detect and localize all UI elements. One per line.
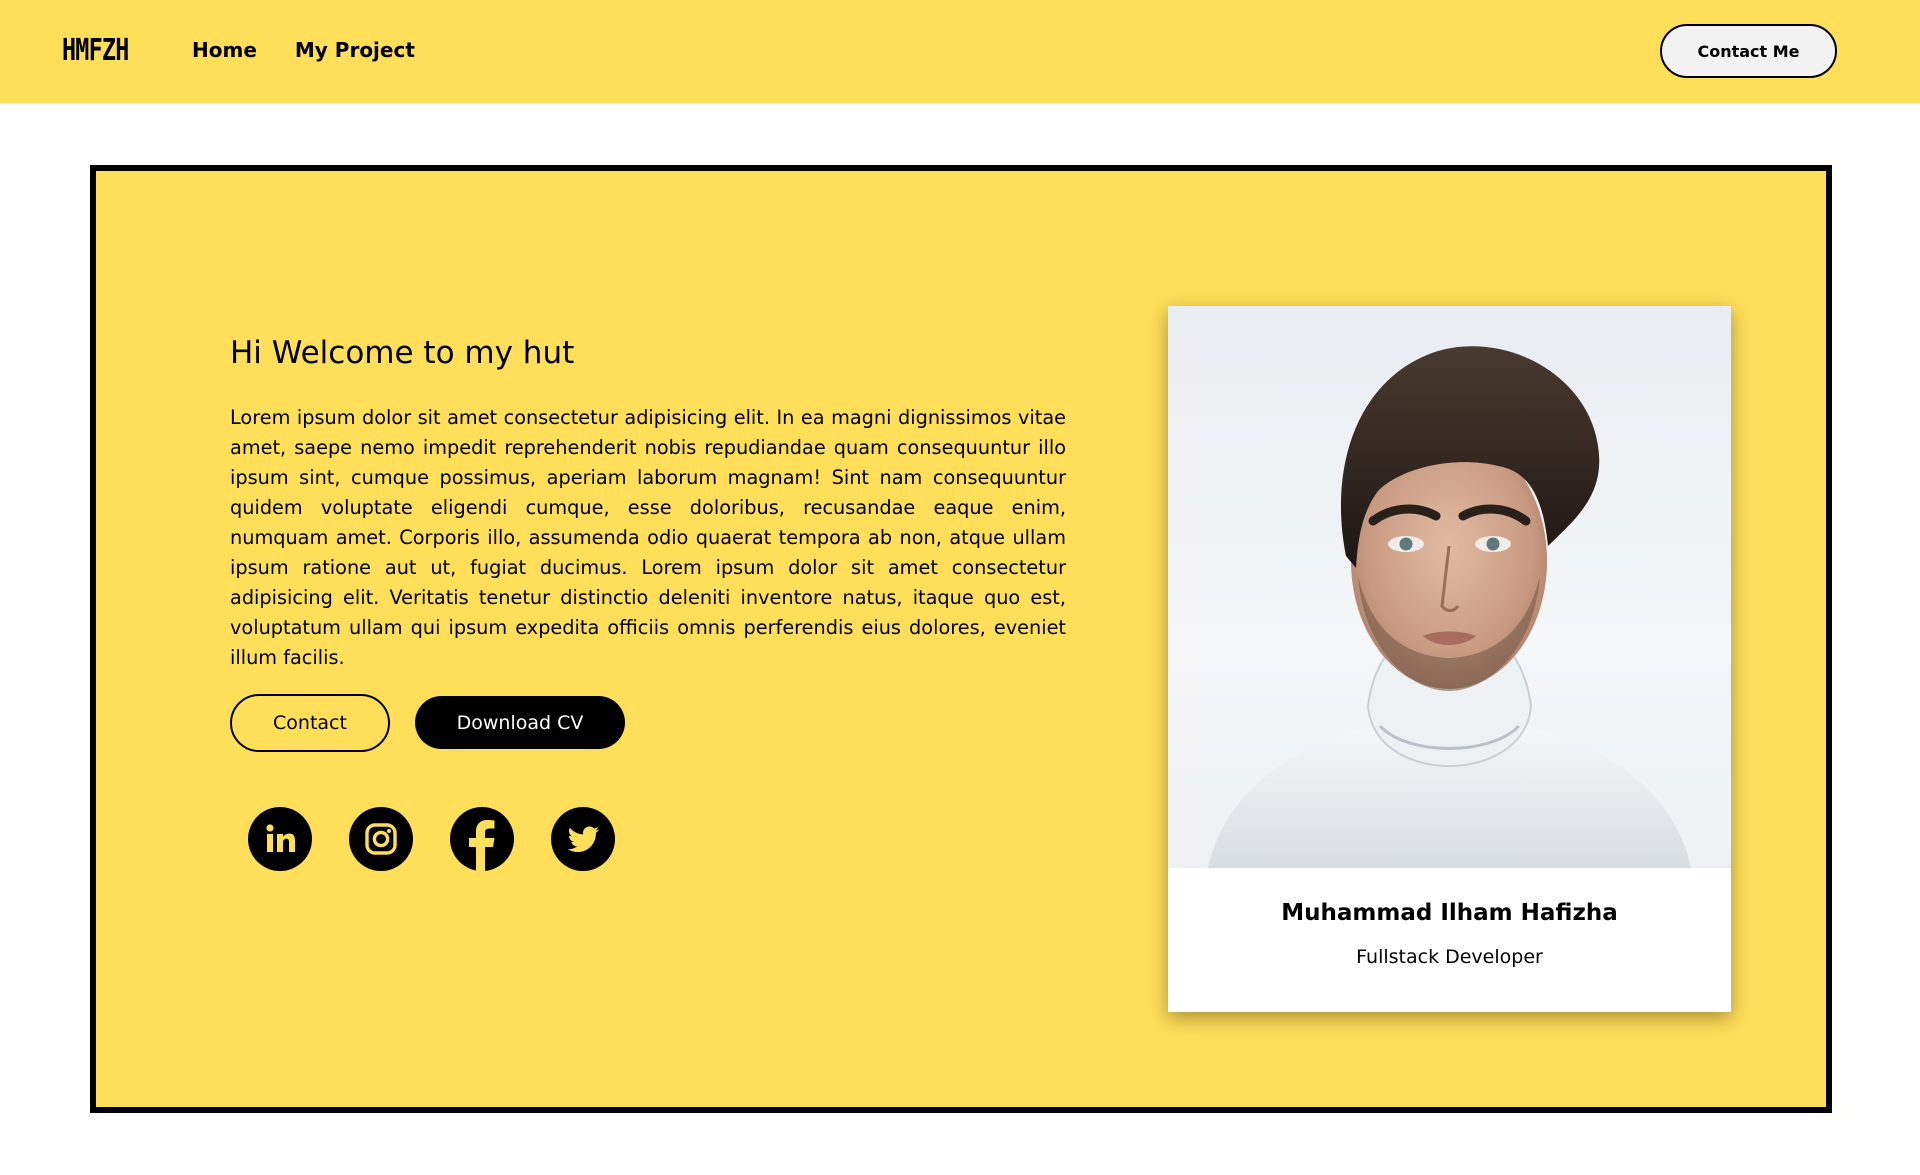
twitter-icon[interactable]: [551, 807, 615, 871]
nav-links: Home My Project: [192, 38, 415, 62]
facebook-icon[interactable]: [450, 807, 514, 871]
download-cv-button[interactable]: Download CV: [415, 696, 625, 749]
intro-paragraph: Lorem ipsum dolor sit amet consectetur a…: [230, 406, 1066, 669]
hero-section: Hi Welcome to my hut Lorem ipsum dolor s…: [90, 165, 1832, 1113]
profile-role: Fullstack Developer: [1356, 946, 1543, 968]
contact-me-button[interactable]: Contact Me: [1660, 24, 1837, 78]
instagram-icon[interactable]: [349, 807, 413, 871]
hero-buttons: Contact Download CV: [230, 694, 625, 752]
profile-card: Muhammad Ilham Hafizha Fullstack Develop…: [1168, 306, 1731, 1012]
nav-link-my-project[interactable]: My Project: [295, 38, 415, 62]
nav-link-home[interactable]: Home: [192, 38, 257, 62]
profile-name: Muhammad Ilham Hafizha: [1281, 900, 1618, 926]
welcome-title: Hi Welcome to my hut: [230, 335, 575, 371]
social-links: [248, 807, 615, 871]
contact-button[interactable]: Contact: [230, 694, 390, 752]
linkedin-icon[interactable]: [248, 807, 312, 871]
navbar: HMFZH Home My Project Contact Me: [0, 0, 1920, 103]
profile-photo: [1168, 306, 1731, 868]
site-logo[interactable]: HMFZH: [62, 33, 129, 68]
